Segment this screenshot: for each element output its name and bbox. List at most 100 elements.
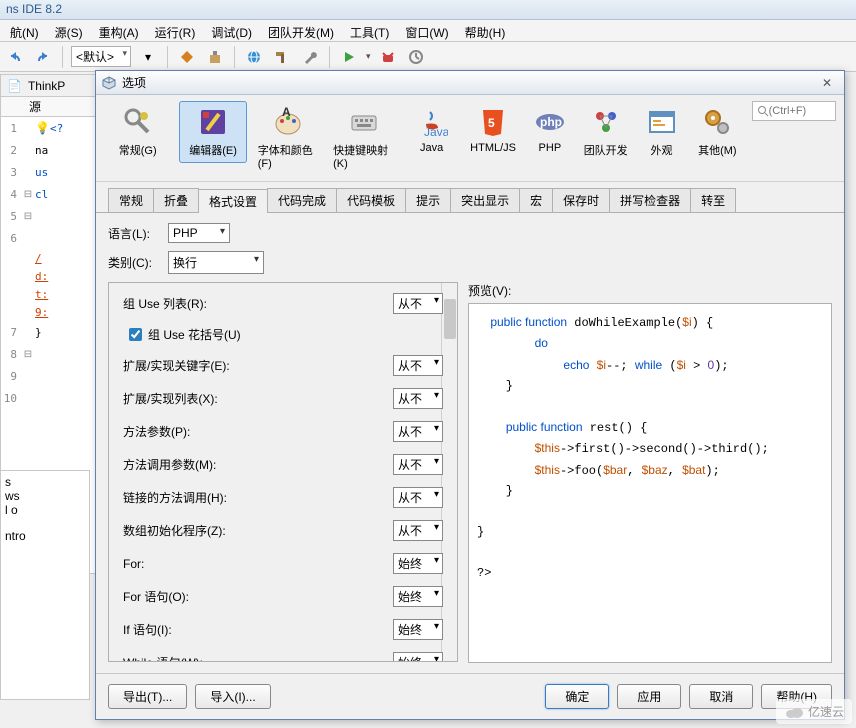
apply-button[interactable]: 应用 xyxy=(617,684,681,709)
bulb-icon[interactable]: 💡 xyxy=(35,121,50,135)
menu-debug[interactable]: 调试(D) xyxy=(205,22,258,39)
app-title: ns IDE 8.2 xyxy=(6,2,62,16)
opt-method-params[interactable]: 从不 xyxy=(393,421,443,442)
menu-run[interactable]: 运行(R) xyxy=(149,22,202,39)
svg-text:5: 5 xyxy=(488,116,495,130)
run-icon[interactable] xyxy=(338,46,360,68)
search-box[interactable] xyxy=(752,101,836,121)
redo-icon[interactable] xyxy=(32,46,54,68)
menu-window[interactable]: 窗口(W) xyxy=(399,22,454,39)
watermark: 亿速云 xyxy=(776,699,852,724)
tab-general[interactable]: 常规 xyxy=(108,188,154,212)
java-icon: Java xyxy=(416,106,448,138)
tab-goto[interactable]: 转至 xyxy=(690,188,736,212)
cloud-icon xyxy=(784,704,804,720)
main-toolbar: <默认> ▾ ▾ xyxy=(0,42,856,72)
tab-macro[interactable]: 宏 xyxy=(519,188,553,212)
menu-refactor[interactable]: 重构(A) xyxy=(93,22,145,39)
tab-highlight[interactable]: 突出显示 xyxy=(450,188,520,212)
svg-text:Java: Java xyxy=(424,125,448,138)
editor-box-icon xyxy=(197,106,229,138)
cancel-button[interactable]: 取消 xyxy=(689,684,753,709)
toolbar-separator xyxy=(329,46,330,68)
hammer-icon[interactable] xyxy=(271,46,293,68)
cat-team[interactable]: 团队开发 xyxy=(579,101,631,163)
html5-icon: 5 xyxy=(477,106,509,138)
opt-chained[interactable]: 从不 xyxy=(393,487,443,508)
category-label: 类别(C): xyxy=(108,254,156,271)
clean-icon[interactable] xyxy=(204,46,226,68)
opt-extends-kw[interactable]: 从不 xyxy=(393,355,443,376)
opt-extends-list[interactable]: 从不 xyxy=(393,388,443,409)
navigator-panel: s ws l o ntro xyxy=(0,470,90,700)
close-icon[interactable]: ✕ xyxy=(816,76,838,90)
menu-nav[interactable]: 航(N) xyxy=(4,22,45,39)
tab-templates[interactable]: 代码模板 xyxy=(336,188,406,212)
language-combo[interactable]: PHP xyxy=(168,223,230,243)
dialog-titlebar: 选项 ✕ xyxy=(96,71,844,95)
preview-label: 预览(V): xyxy=(468,282,832,299)
cat-php[interactable]: php PHP xyxy=(528,101,571,159)
group-use-brace-label: 组 Use 花括号(U) xyxy=(148,326,241,343)
line-number: 1 xyxy=(1,122,21,135)
cat-misc[interactable]: 其他(M) xyxy=(691,101,743,163)
import-button[interactable]: 导入(I)... xyxy=(195,684,270,709)
wrench-icon[interactable] xyxy=(299,46,321,68)
menu-help[interactable]: 帮助(H) xyxy=(459,22,512,39)
cat-general[interactable]: 常规(G) xyxy=(104,101,171,163)
opt-while-stmt[interactable]: 始终 xyxy=(393,652,443,662)
tab-content: 语言(L): PHP 类别(C): 换行 组 Use 列表(R): 从不 xyxy=(96,213,844,673)
cat-java[interactable]: Java Java xyxy=(405,101,457,159)
cat-appearance[interactable]: 外观 xyxy=(640,101,683,163)
category-combo[interactable]: 换行 xyxy=(168,251,264,274)
tab-completion[interactable]: 代码完成 xyxy=(267,188,337,212)
file-tab-icon: 📄 xyxy=(7,79,22,93)
cube-icon xyxy=(102,76,116,90)
menu-team[interactable]: 团队开发(M) xyxy=(262,22,340,39)
tab-spell[interactable]: 拼写检查器 xyxy=(609,188,691,212)
keyboard-icon xyxy=(348,106,380,138)
export-button[interactable]: 导出(T)... xyxy=(108,684,187,709)
build-icon[interactable] xyxy=(176,46,198,68)
options-dialog: 选项 ✕ 常规(G) 编辑器(E) A 字体和颜色(F) 快捷键映射(K) Ja… xyxy=(95,70,845,720)
window-icon xyxy=(646,106,678,138)
opt-array-init[interactable]: 从不 xyxy=(393,520,443,541)
opt-if-stmt[interactable]: 始终 xyxy=(393,619,443,640)
svg-text:A: A xyxy=(282,106,291,119)
source-tab[interactable]: 源 xyxy=(29,98,41,115)
menu-tools[interactable]: 工具(T) xyxy=(344,22,395,39)
tab-onsave[interactable]: 保存时 xyxy=(552,188,610,212)
preview-box: public function doWhileExample($i) { do … xyxy=(468,303,832,663)
opt-for-stmt[interactable]: 始终 xyxy=(393,586,443,607)
php-icon: php xyxy=(534,106,566,138)
config-dropdown-icon[interactable]: ▾ xyxy=(137,46,159,68)
undo-icon[interactable] xyxy=(4,46,26,68)
toolbar-separator xyxy=(234,46,235,68)
ok-button[interactable]: 确定 xyxy=(545,684,609,709)
profile-icon[interactable] xyxy=(405,46,427,68)
tab-hints[interactable]: 提示 xyxy=(405,188,451,212)
config-combo[interactable]: <默认> xyxy=(71,46,131,67)
editor-gutter: 1💡<? 2na 3us 4⊟cl 5⊟ 6 / d: t: 9: 7} 8⊟ … xyxy=(1,117,99,409)
cat-fonts[interactable]: A 字体和颜色(F) xyxy=(255,101,322,175)
gears-icon xyxy=(701,106,733,138)
menu-source[interactable]: 源(S) xyxy=(49,22,89,39)
category-bar: 常规(G) 编辑器(E) A 字体和颜色(F) 快捷键映射(K) Java Ja… xyxy=(96,95,844,182)
scrollbar[interactable] xyxy=(441,283,457,661)
file-tab[interactable]: ThinkP xyxy=(28,79,65,93)
dialog-button-row: 导出(T)... 导入(I)... 确定 应用 取消 帮助(H) xyxy=(96,673,844,719)
group-use-brace-checkbox[interactable] xyxy=(129,328,142,341)
dialog-title: 选项 xyxy=(122,74,146,91)
cat-htmljs[interactable]: 5 HTML/JS xyxy=(466,101,520,159)
tab-format[interactable]: 格式设置 xyxy=(198,189,268,213)
opt-for[interactable]: 始终 xyxy=(393,553,443,574)
opt-call-params[interactable]: 从不 xyxy=(393,454,443,475)
group-use-list-combo[interactable]: 从不 xyxy=(393,293,443,314)
globe-icon[interactable] xyxy=(243,46,265,68)
cat-editor[interactable]: 编辑器(E) xyxy=(179,101,246,163)
search-input[interactable] xyxy=(769,105,829,117)
cat-keymap[interactable]: 快捷键映射(K) xyxy=(330,101,397,175)
run-dropdown-icon[interactable]: ▾ xyxy=(366,51,371,62)
debug-icon[interactable] xyxy=(377,46,399,68)
tab-fold[interactable]: 折叠 xyxy=(153,188,199,212)
